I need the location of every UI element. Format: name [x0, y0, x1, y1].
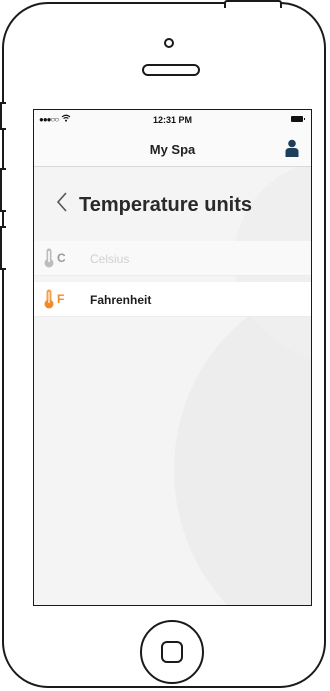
- nav-title: My Spa: [149, 142, 196, 157]
- unit-option-celsius[interactable]: C Celsius: [34, 241, 311, 276]
- thermometer-icon: [44, 248, 54, 268]
- home-button-square: [161, 641, 183, 663]
- power-button[interactable]: [224, 0, 282, 8]
- unit-symbol: F: [57, 292, 65, 306]
- earpiece-speaker: [142, 64, 200, 76]
- unit-label: Fahrenheit: [90, 293, 152, 307]
- unit-symbol: C: [57, 251, 66, 265]
- person-icon[interactable]: [285, 139, 299, 157]
- volume-down-button[interactable]: [0, 226, 6, 270]
- phone-frame: ●●●○○ 12:31 PM My Spa Temperature units …: [2, 2, 326, 688]
- thermometer-icon: [44, 289, 54, 309]
- status-time: 12:31 PM: [152, 115, 193, 125]
- status-bar: ●●●○○ 12:31 PM: [34, 110, 311, 130]
- mute-switch[interactable]: [0, 102, 6, 130]
- unit-label: Celsius: [90, 252, 130, 266]
- app-screen: ●●●○○ 12:31 PM My Spa Temperature units …: [33, 109, 312, 606]
- home-button[interactable]: [140, 620, 204, 684]
- front-camera: [164, 38, 174, 48]
- chevron-left-icon[interactable]: [56, 192, 68, 212]
- page-title: Temperature units: [79, 194, 252, 216]
- page-header: Temperature units: [34, 166, 311, 240]
- battery-icon: [291, 116, 305, 122]
- unit-option-fahrenheit[interactable]: F Fahrenheit: [34, 282, 311, 317]
- volume-up-button[interactable]: [0, 168, 6, 212]
- navigation-bar: My Spa: [34, 130, 311, 167]
